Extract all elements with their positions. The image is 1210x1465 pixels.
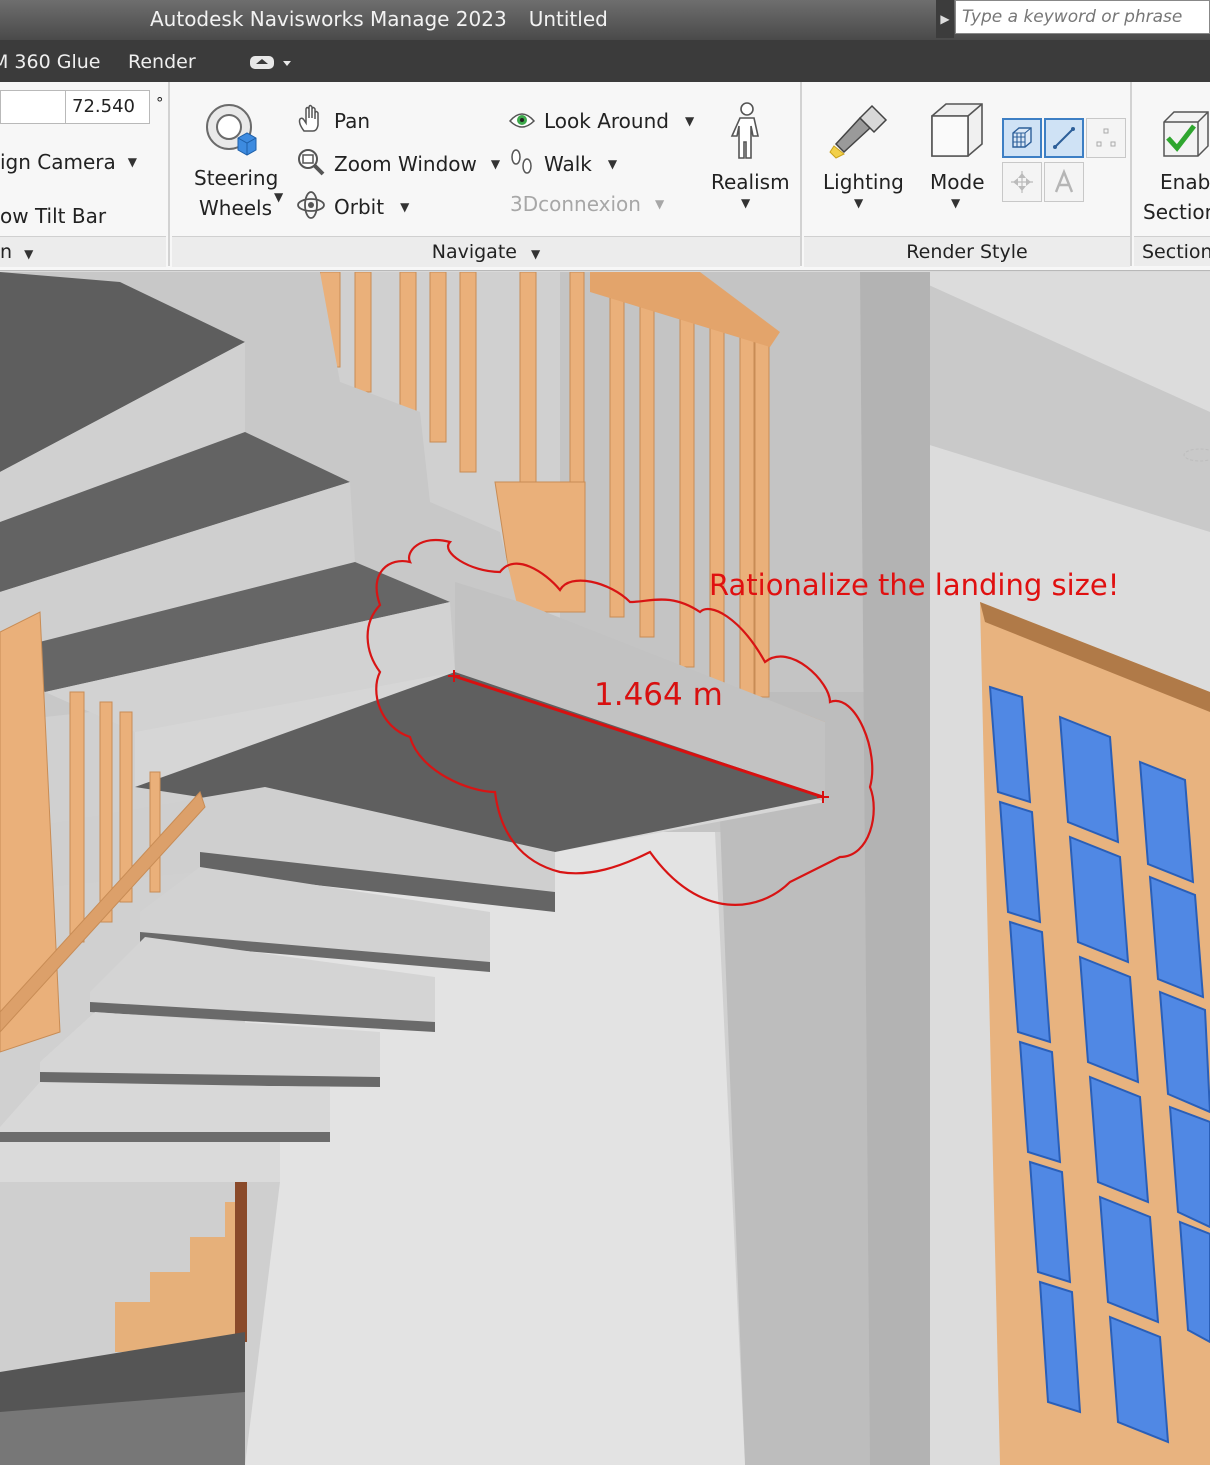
panel-separator xyxy=(1130,82,1132,266)
look-around-label: Look Around xyxy=(544,109,669,133)
zoom-window-button[interactable]: Zoom Window ▼ xyxy=(296,147,500,181)
render-style-panel: Lighting ▼ Mode ▼ Render Style xyxy=(804,82,1130,267)
window-title: Autodesk Navisworks Manage 2023 Untitled xyxy=(150,7,630,31)
full-render-mode-icon[interactable] xyxy=(1002,118,1042,158)
caret-down-icon: ▼ xyxy=(531,247,541,261)
cloud-dropdown-icon[interactable] xyxy=(250,54,296,76)
app-name: Autodesk Navisworks Manage 2023 xyxy=(150,7,507,31)
walk-label: Walk xyxy=(544,152,592,176)
document-name: Untitled xyxy=(528,7,608,31)
annotation-text[interactable]: Rationalize the landing size! xyxy=(709,568,1119,602)
field-of-view-value[interactable]: 72.540 xyxy=(72,96,135,117)
walk-footprints-icon xyxy=(508,148,536,180)
mode-cube-icon[interactable] xyxy=(928,100,986,164)
show-tilt-bar-button[interactable]: ow Tilt Bar xyxy=(0,204,106,228)
steering-wheels-icon[interactable] xyxy=(202,100,262,164)
zoom-window-label: Zoom Window xyxy=(334,152,477,176)
sectioning-panel: Enabl Section Section xyxy=(1134,82,1210,266)
mode-caret-icon[interactable]: ▼ xyxy=(951,196,960,210)
render-style-panel-footer[interactable]: Render Style xyxy=(804,236,1130,267)
sectioning-panel-title: Section xyxy=(1142,241,1210,263)
field-of-view-field[interactable]: 72.540 xyxy=(0,90,150,124)
camera-panel-title: n xyxy=(0,241,13,263)
lighting-label[interactable]: Lighting xyxy=(823,170,904,194)
enable-sectioning-label-1[interactable]: Enabl xyxy=(1160,170,1210,194)
look-around-button[interactable]: Look Around ▼ xyxy=(508,106,694,136)
enable-sectioning-icon[interactable] xyxy=(1160,108,1210,164)
lighting-caret-icon[interactable]: ▼ xyxy=(854,196,863,210)
search-input[interactable] xyxy=(956,1,1209,33)
3dconnexion-label: 3Dconnexion xyxy=(510,192,641,216)
caret-down-icon: ▼ xyxy=(127,155,138,169)
caret-down-icon: ▼ xyxy=(607,157,618,171)
ribbon: 72.540 ° ign Camera ▼ ow Tilt Bar n ▼ St… xyxy=(0,82,1210,271)
steering-wheels-label-1[interactable]: Steering xyxy=(194,166,278,190)
ribbon-tab-bar: M 360 Glue Render xyxy=(0,40,1210,82)
lighting-flashlight-icon[interactable] xyxy=(828,100,892,164)
title-bar: Autodesk Navisworks Manage 2023 Untitled … xyxy=(0,0,1210,40)
navigate-panel: Steering Wheels ▼ Pan Zoom Window ▼ Orbi… xyxy=(172,82,800,267)
mode-label[interactable]: Mode xyxy=(930,170,985,194)
realism-figure-icon[interactable] xyxy=(730,102,764,164)
navigate-panel-footer[interactable]: Navigate ▼ xyxy=(172,236,800,267)
pan-label: Pan xyxy=(334,109,371,133)
steering-wheels-label-2[interactable]: Wheels xyxy=(199,196,272,220)
enable-sectioning-label-2[interactable]: Section xyxy=(1143,200,1210,224)
scene-render[interactable] xyxy=(0,272,1210,1465)
search-box[interactable] xyxy=(955,0,1210,34)
realism-caret-icon[interactable]: ▼ xyxy=(741,196,750,210)
align-camera-label: ign Camera xyxy=(0,150,116,174)
steering-wheels-caret-icon[interactable]: ▼ xyxy=(274,190,283,204)
orbit-label: Orbit xyxy=(334,195,385,219)
3d-viewport[interactable]: Rationalize the landing size! 1.464 m xyxy=(0,272,1210,1465)
zoom-window-icon xyxy=(296,147,326,181)
pan-hand-icon xyxy=(296,104,326,138)
pan-button[interactable]: Pan xyxy=(296,104,370,138)
panel-separator xyxy=(800,82,802,266)
render-style-panel-title: Render Style xyxy=(906,241,1028,263)
caret-down-icon: ▼ xyxy=(684,114,695,128)
orbit-button[interactable]: Orbit ▼ xyxy=(296,190,409,224)
camera-panel-footer[interactable]: n ▼ xyxy=(0,236,166,267)
camera-panel: 72.540 ° ign Camera ▼ ow Tilt Bar n ▼ xyxy=(0,82,168,267)
panel-separator xyxy=(168,82,170,266)
caret-down-icon: ▼ xyxy=(654,197,665,211)
caret-down-icon: ▼ xyxy=(400,200,410,214)
text-mode-icon[interactable] xyxy=(1044,162,1084,202)
realism-label[interactable]: Realism xyxy=(711,170,790,194)
caret-down-icon: ▼ xyxy=(490,157,501,171)
wireframe-mode-icon[interactable] xyxy=(1044,118,1084,158)
tab-render[interactable]: Render xyxy=(128,51,196,73)
tab-bim360-glue[interactable]: M 360 Glue xyxy=(0,51,100,73)
sectioning-panel-footer[interactable]: Section xyxy=(1134,236,1210,266)
navigate-panel-title: Navigate xyxy=(431,241,517,263)
search-expand-arrow-icon[interactable]: ▶ xyxy=(936,0,954,38)
walk-button[interactable]: Walk ▼ xyxy=(508,148,617,180)
look-around-eye-icon xyxy=(508,106,536,136)
measurement-label[interactable]: 1.464 m xyxy=(594,677,723,713)
caret-down-icon: ▼ xyxy=(24,247,34,261)
degree-symbol: ° xyxy=(156,94,164,112)
snap-points-mode-icon[interactable] xyxy=(1002,162,1042,202)
align-camera-button[interactable]: ign Camera ▼ xyxy=(0,150,137,174)
3dconnexion-button[interactable]: 3Dconnexion ▼ xyxy=(510,192,664,216)
orbit-icon xyxy=(296,190,326,224)
points-mode-icon[interactable] xyxy=(1086,118,1126,158)
field-left-segment[interactable] xyxy=(1,91,66,123)
